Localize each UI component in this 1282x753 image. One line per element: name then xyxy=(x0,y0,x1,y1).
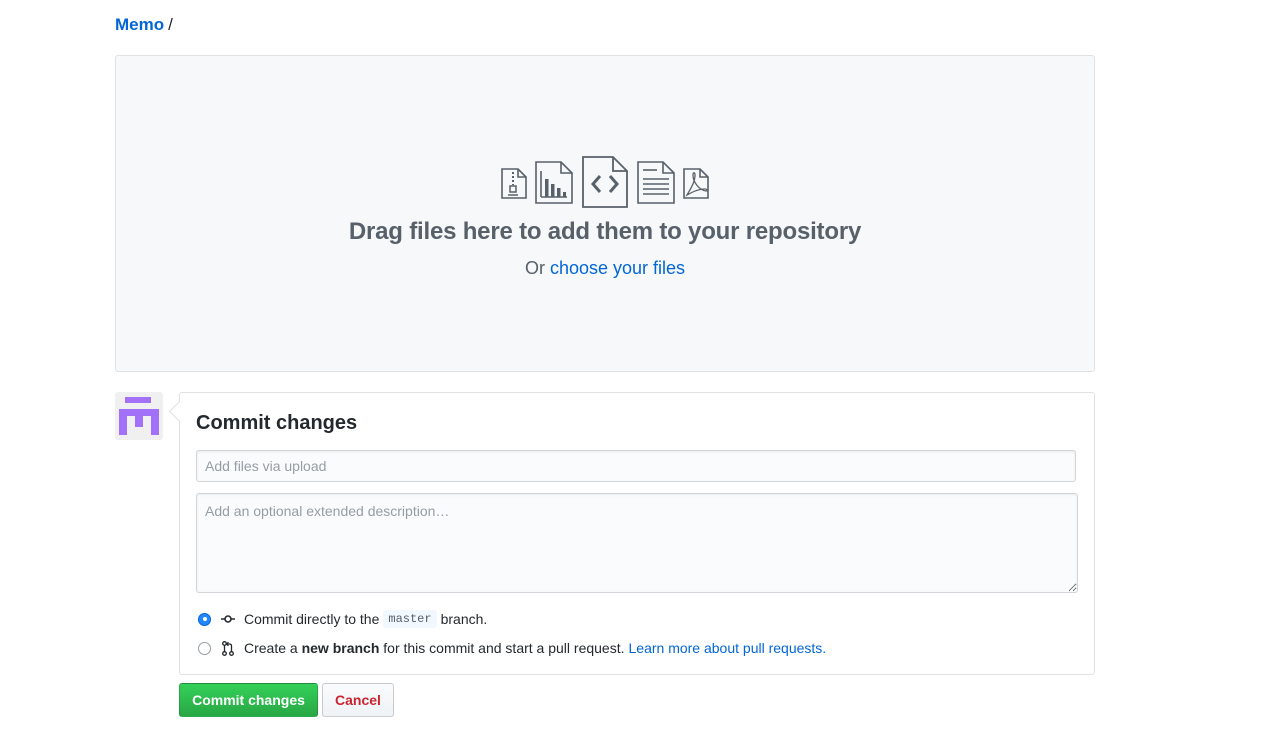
commit-form: Commit changes Commit directly to the ma… xyxy=(179,392,1095,675)
new-branch-text: for this commit and start a pull request… xyxy=(383,640,625,656)
file-type-icons xyxy=(501,156,711,208)
commit-direct-radio[interactable] xyxy=(198,612,211,626)
branch-name: master xyxy=(383,610,437,628)
dropzone-title: Drag files here to add them to your repo… xyxy=(348,218,862,245)
graph-icon xyxy=(535,161,573,204)
breadcrumb: Memo / xyxy=(115,14,173,36)
choose-files-link[interactable]: choose your files xyxy=(550,258,685,278)
commit-direct-suffix: branch. xyxy=(440,611,488,627)
commit-title: Commit changes xyxy=(196,412,358,434)
breadcrumb-separator: / xyxy=(168,15,173,34)
git-pull-request-icon xyxy=(221,640,235,656)
new-branch-prefix: Create a xyxy=(244,640,298,656)
commit-direct-text: Commit directly to the xyxy=(244,611,380,627)
dropzone-or-text: Or xyxy=(524,258,545,278)
commit-summary-input[interactable] xyxy=(196,450,1076,482)
new-branch-option[interactable]: Create a new branch for this commit and … xyxy=(198,638,826,658)
file-zip-icon xyxy=(501,168,527,199)
file-pdf-icon xyxy=(683,168,709,199)
avatar[interactable] xyxy=(115,392,163,440)
new-branch-bold: new branch xyxy=(301,640,380,656)
commit-description-input[interactable] xyxy=(196,493,1078,593)
cancel-button[interactable]: Cancel xyxy=(322,683,394,717)
file-text-icon xyxy=(637,161,675,204)
new-branch-radio[interactable] xyxy=(198,641,211,655)
git-commit-icon xyxy=(221,611,235,627)
commit-changes-button[interactable]: Commit changes xyxy=(179,683,318,717)
dropzone-subtitle: Or choose your files xyxy=(116,258,1094,279)
file-dropzone[interactable]: Drag files here to add them to your repo… xyxy=(115,55,1095,372)
commit-direct-option[interactable]: Commit directly to the master branch. xyxy=(198,609,487,629)
repo-link[interactable]: Memo xyxy=(115,15,164,34)
file-code-icon xyxy=(582,156,628,208)
learn-more-pull-requests-link[interactable]: Learn more about pull requests. xyxy=(629,640,827,656)
